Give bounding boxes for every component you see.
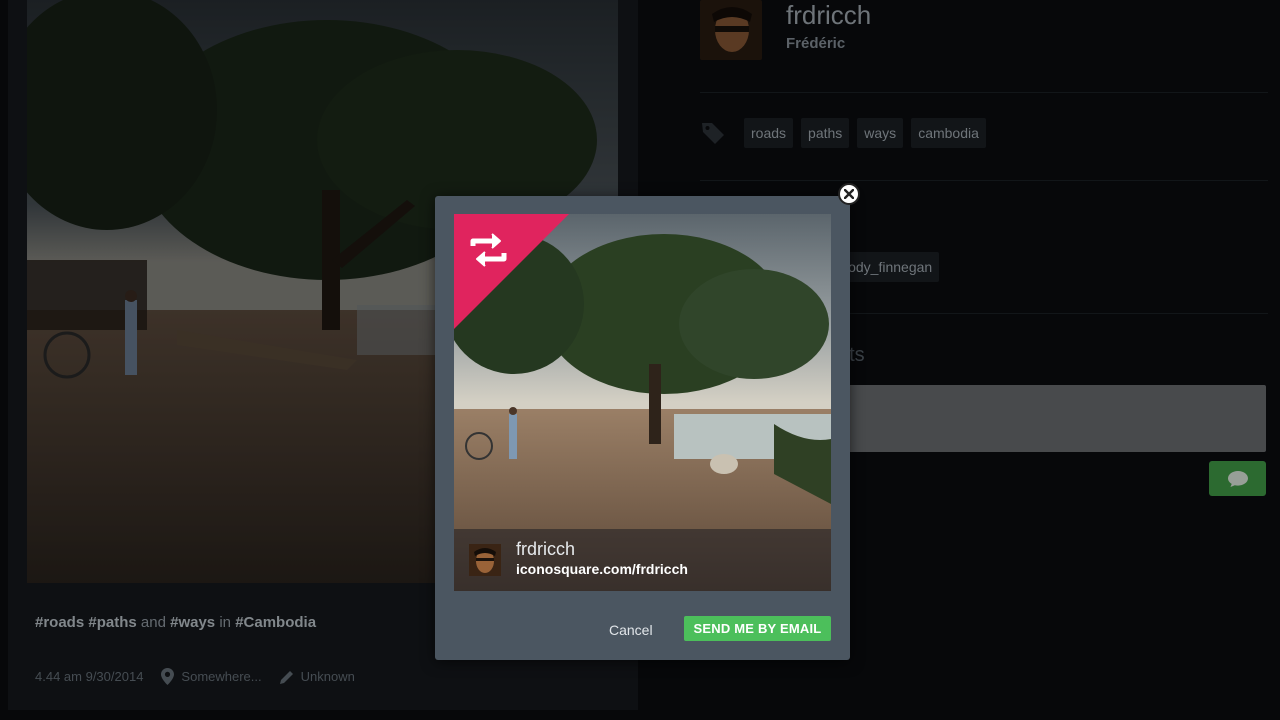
- share-preview-image: frdricch iconosquare.com/frdricch: [454, 214, 831, 591]
- preview-url: iconosquare.com/frdricch: [516, 561, 688, 577]
- close-icon: [844, 189, 854, 199]
- preview-avatar: [469, 544, 501, 576]
- cancel-button[interactable]: Cancel: [609, 622, 653, 638]
- preview-username: frdricch: [516, 539, 576, 559]
- repost-ribbon: [454, 214, 569, 329]
- send-email-button[interactable]: SEND ME BY EMAIL: [684, 616, 831, 641]
- close-button[interactable]: [838, 183, 860, 205]
- share-modal: frdricch iconosquare.com/frdricch Cancel…: [435, 196, 850, 660]
- preview-footer: frdricch iconosquare.com/frdricch: [454, 529, 831, 591]
